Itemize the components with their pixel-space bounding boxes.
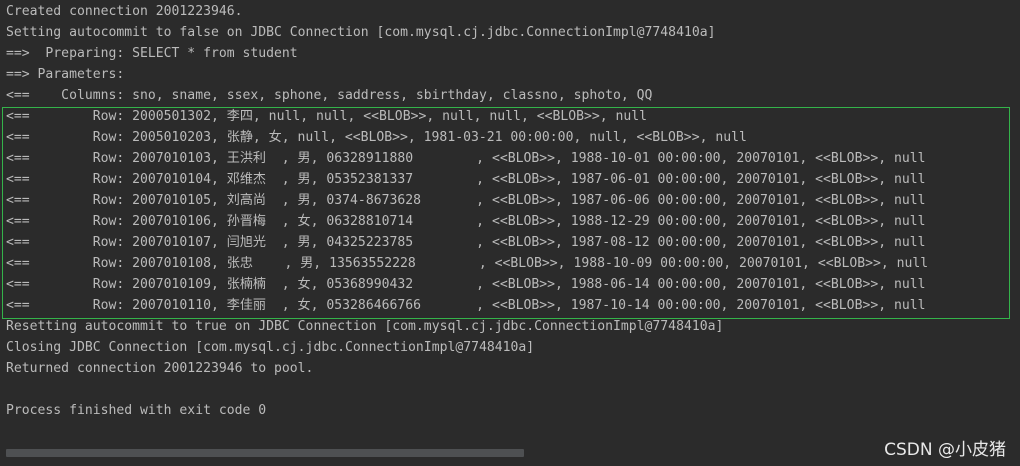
log-result-row: <== Row: 2007010106, 孙晋梅 , 女, 0632881071… [6,214,926,229]
log-parameters: ==> Parameters: [6,67,133,82]
log-autocommit-true: Resetting autocommit to true on JDBC Con… [6,319,724,334]
log-result-row: <== Row: 2007010110, 李佳丽 , 女, 0532864667… [6,298,926,313]
log-autocommit-false: Setting autocommit to false on JDBC Conn… [6,25,716,40]
horizontal-scrollbar-thumb[interactable] [6,449,524,457]
log-created-connection: Created connection 2001223946. [6,4,243,19]
log-result-row: <== Row: 2000501302, 李四, null, null, <<B… [6,109,648,124]
log-process-finished: Process finished with exit code 0 [6,403,267,418]
log-preparing-sql: ==> Preparing: SELECT * from student [6,46,298,61]
log-result-row: <== Row: 2005010203, 张静, 女, null, <<BLOB… [6,130,747,145]
console-output[interactable]: Created connection 2001223946. Setting a… [0,0,1020,466]
log-result-row: <== Row: 2007010103, 王洪利 , 男, 0632891188… [6,151,926,166]
csdn-watermark: CSDN @小皮猪 [884,440,1006,460]
log-closing-connection: Closing JDBC Connection [com.mysql.cj.jd… [6,340,535,355]
log-returned-connection: Returned connection 2001223946 to pool. [6,361,314,376]
log-result-row: <== Row: 2007010105, 刘高尚 , 男, 0374-86736… [6,193,926,208]
log-result-row: <== Row: 2007010107, 闫旭光 , 男, 0432522378… [6,235,926,250]
log-result-row: <== Row: 2007010104, 邓维杰 , 男, 0535238133… [6,172,926,187]
log-columns: <== Columns: sno, sname, ssex, sphone, s… [6,88,653,103]
log-result-row: <== Row: 2007010108, 张忠 , 男, 13563552228… [6,256,929,271]
log-result-row: <== Row: 2007010109, 张楠楠 , 女, 0536899043… [6,277,926,292]
